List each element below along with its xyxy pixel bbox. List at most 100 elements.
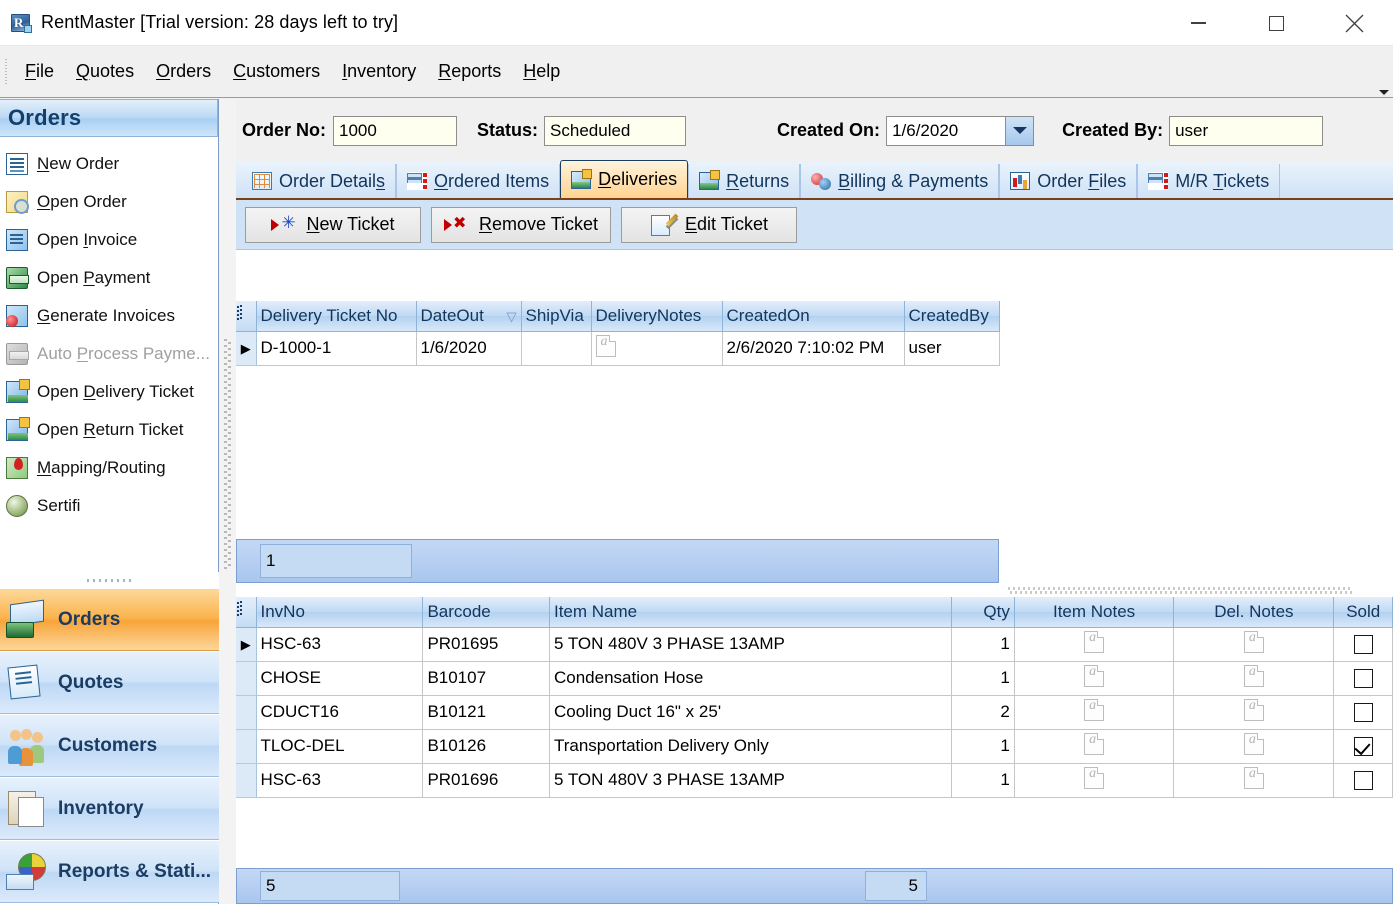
cell-delivery-notes[interactable] xyxy=(591,331,723,366)
cell-barcode[interactable]: PR01696 xyxy=(422,763,550,798)
menu-item-orders[interactable]: Orders xyxy=(145,59,222,84)
tab-order-details[interactable]: Order Details xyxy=(242,164,397,198)
column-header-createdon[interactable]: CreatedOn xyxy=(722,301,905,332)
menu-item-inventory[interactable]: Inventory xyxy=(331,59,427,84)
tickets-record-count[interactable]: 1 xyxy=(260,544,412,578)
note-icon[interactable] xyxy=(1243,766,1264,789)
note-icon[interactable] xyxy=(1243,664,1264,687)
cell-item-notes[interactable] xyxy=(1014,695,1175,730)
row-selector-cell[interactable]: ▶ xyxy=(236,331,257,366)
column-header-dateout[interactable]: DateOut ▽ xyxy=(416,301,522,332)
maximize-button[interactable] xyxy=(1237,0,1315,46)
horizontal-splitter[interactable] xyxy=(236,583,1393,597)
delivery-tickets-grid[interactable]: Delivery Ticket No DateOut ▽ ShipVia Deliver… xyxy=(236,301,1000,366)
sidebar-nav-customers[interactable]: Customers xyxy=(0,714,219,777)
menu-item-quotes[interactable]: Quotes xyxy=(65,59,145,84)
cell-item-notes[interactable] xyxy=(1014,661,1175,696)
tab-ordered-items[interactable]: Ordered Items xyxy=(396,164,561,198)
cell-inv-no[interactable]: CDUCT16 xyxy=(256,695,424,730)
column-header-item-name[interactable]: Item Name xyxy=(549,597,952,628)
cell-inv-no[interactable]: CHOSE xyxy=(256,661,424,696)
cell-item-name[interactable]: Cooling Duct 16" x 25' xyxy=(549,695,952,730)
sidebar-item-open-return-ticket[interactable]: Open Return Ticket xyxy=(0,411,218,449)
cell-created-on[interactable]: 2/6/2020 7:10:02 PM xyxy=(722,331,905,366)
cell-qty[interactable]: 2 xyxy=(951,695,1015,730)
menu-item-file[interactable]: File xyxy=(14,59,65,84)
order-no-input[interactable]: 1000 xyxy=(333,115,458,146)
sidebar-item-new-order[interactable]: New Order xyxy=(0,145,218,183)
table-row[interactable]: TLOC-DEL B10126 Transportation Delivery On… xyxy=(236,729,1393,764)
menu-grip-handle[interactable] xyxy=(2,58,12,85)
cell-del-notes[interactable] xyxy=(1173,695,1335,730)
sidebar-item-sertifi[interactable]: Sertifi xyxy=(0,487,218,525)
cell-inv-no[interactable]: HSC-63 xyxy=(256,763,424,798)
cell-del-notes[interactable] xyxy=(1173,763,1335,798)
column-header-createdby[interactable]: CreatedBy xyxy=(904,301,1000,332)
note-icon[interactable] xyxy=(1243,732,1264,755)
items-record-count[interactable]: 5 xyxy=(260,871,400,901)
cell-item-name[interactable]: 5 TON 480V 3 PHASE 13AMP xyxy=(549,627,952,662)
cell-del-notes[interactable] xyxy=(1173,729,1335,764)
column-header-shipvia[interactable]: ShipVia xyxy=(521,301,592,332)
table-row[interactable]: CDUCT16 B10121 Cooling Duct 16" x 25' 2 xyxy=(236,695,1393,730)
row-selector-header[interactable] xyxy=(236,301,257,332)
cell-date-out[interactable]: 1/6/2020 xyxy=(416,331,522,366)
note-icon[interactable] xyxy=(1243,698,1264,721)
note-icon[interactable] xyxy=(595,334,616,357)
column-header-invno[interactable]: InvNo xyxy=(256,597,424,628)
menu-item-customers[interactable]: Customers xyxy=(222,59,331,84)
tab-m-r-tickets[interactable]: M/R Tickets xyxy=(1137,164,1281,198)
sold-checkbox[interactable] xyxy=(1353,737,1373,756)
cell-qty[interactable]: 1 xyxy=(951,627,1015,662)
edit-ticket-button[interactable]: Edit Ticket xyxy=(621,206,798,243)
column-header-sold[interactable]: Sold xyxy=(1333,597,1393,628)
note-icon[interactable] xyxy=(1084,766,1105,789)
cell-barcode[interactable]: B10126 xyxy=(422,729,550,764)
sidebar-nav-reports-stati[interactable]: Reports & Stati... xyxy=(0,840,219,903)
column-header-qty[interactable]: Qty xyxy=(951,597,1015,628)
cell-item-name[interactable]: Transportation Delivery Only xyxy=(549,729,952,764)
close-button[interactable] xyxy=(1315,0,1393,46)
row-selector-header[interactable] xyxy=(236,597,257,628)
created-on-datepicker[interactable]: 1/6/2020 xyxy=(886,115,1035,146)
sidebar-item-open-order[interactable]: Open Order xyxy=(0,183,218,221)
table-row[interactable]: HSC-63 PR01696 5 TON 480V 3 PHASE 13AMP 1 xyxy=(236,763,1393,798)
chevron-down-icon[interactable] xyxy=(1005,116,1034,145)
cell-sold[interactable] xyxy=(1333,661,1393,696)
column-header-item-notes[interactable]: Item Notes xyxy=(1014,597,1175,628)
menu-item-reports[interactable]: Reports xyxy=(427,59,512,84)
sidebar-item-open-invoice[interactable]: Open Invoice xyxy=(0,221,218,259)
cell-item-name[interactable]: 5 TON 480V 3 PHASE 13AMP xyxy=(549,763,952,798)
ticket-items-grid[interactable]: InvNo Barcode Item Name Qty Item Notes Del. N… xyxy=(236,597,1393,798)
cell-barcode[interactable]: PR01695 xyxy=(422,627,550,662)
cell-item-name[interactable]: Condensation Hose xyxy=(549,661,952,696)
sidebar-nav-quotes[interactable]: Quotes xyxy=(0,651,219,714)
tab-billing-payments[interactable]: Billing & Payments xyxy=(800,164,1000,198)
table-row[interactable]: ▶ D-1000-1 1/6/2020 2/6/2020 7:10:02 PM user xyxy=(236,331,1000,366)
column-header-del-notes[interactable]: Del. Notes xyxy=(1173,597,1335,628)
cell-created-by[interactable]: user xyxy=(904,331,1000,366)
status-input[interactable]: Scheduled xyxy=(544,115,687,146)
created-by-input[interactable]: user xyxy=(1169,115,1324,146)
column-header-delivery-ticket-no[interactable]: Delivery Ticket No xyxy=(256,301,417,332)
sidebar-item-open-payment[interactable]: Open Payment xyxy=(0,259,218,297)
cell-ship-via[interactable] xyxy=(521,331,592,366)
column-header-barcode[interactable]: Barcode xyxy=(422,597,550,628)
tab-returns[interactable]: Returns xyxy=(688,164,801,198)
cell-item-notes[interactable] xyxy=(1014,763,1175,798)
cell-sold[interactable] xyxy=(1333,763,1393,798)
table-row[interactable]: CHOSE B10107 Condensation Hose 1 xyxy=(236,661,1393,696)
cell-qty[interactable]: 1 xyxy=(951,661,1015,696)
cell-sold[interactable] xyxy=(1333,627,1393,662)
note-icon[interactable] xyxy=(1084,630,1105,653)
sidebar-item-mapping-routing[interactable]: Mapping/Routing xyxy=(0,449,218,487)
minimize-button[interactable] xyxy=(1159,0,1237,46)
sold-checkbox[interactable] xyxy=(1353,703,1373,722)
sidebar-splitter[interactable] xyxy=(0,572,219,588)
sold-checkbox[interactable] xyxy=(1353,635,1373,654)
sold-checkbox[interactable] xyxy=(1353,669,1373,688)
chevron-down-icon[interactable] xyxy=(1379,90,1389,95)
row-selector-cell[interactable] xyxy=(236,729,257,764)
table-row[interactable]: ▶ HSC-63 PR01695 5 TON 480V 3 PHASE 13AMP 1 xyxy=(236,627,1393,662)
cell-item-notes[interactable] xyxy=(1014,729,1175,764)
